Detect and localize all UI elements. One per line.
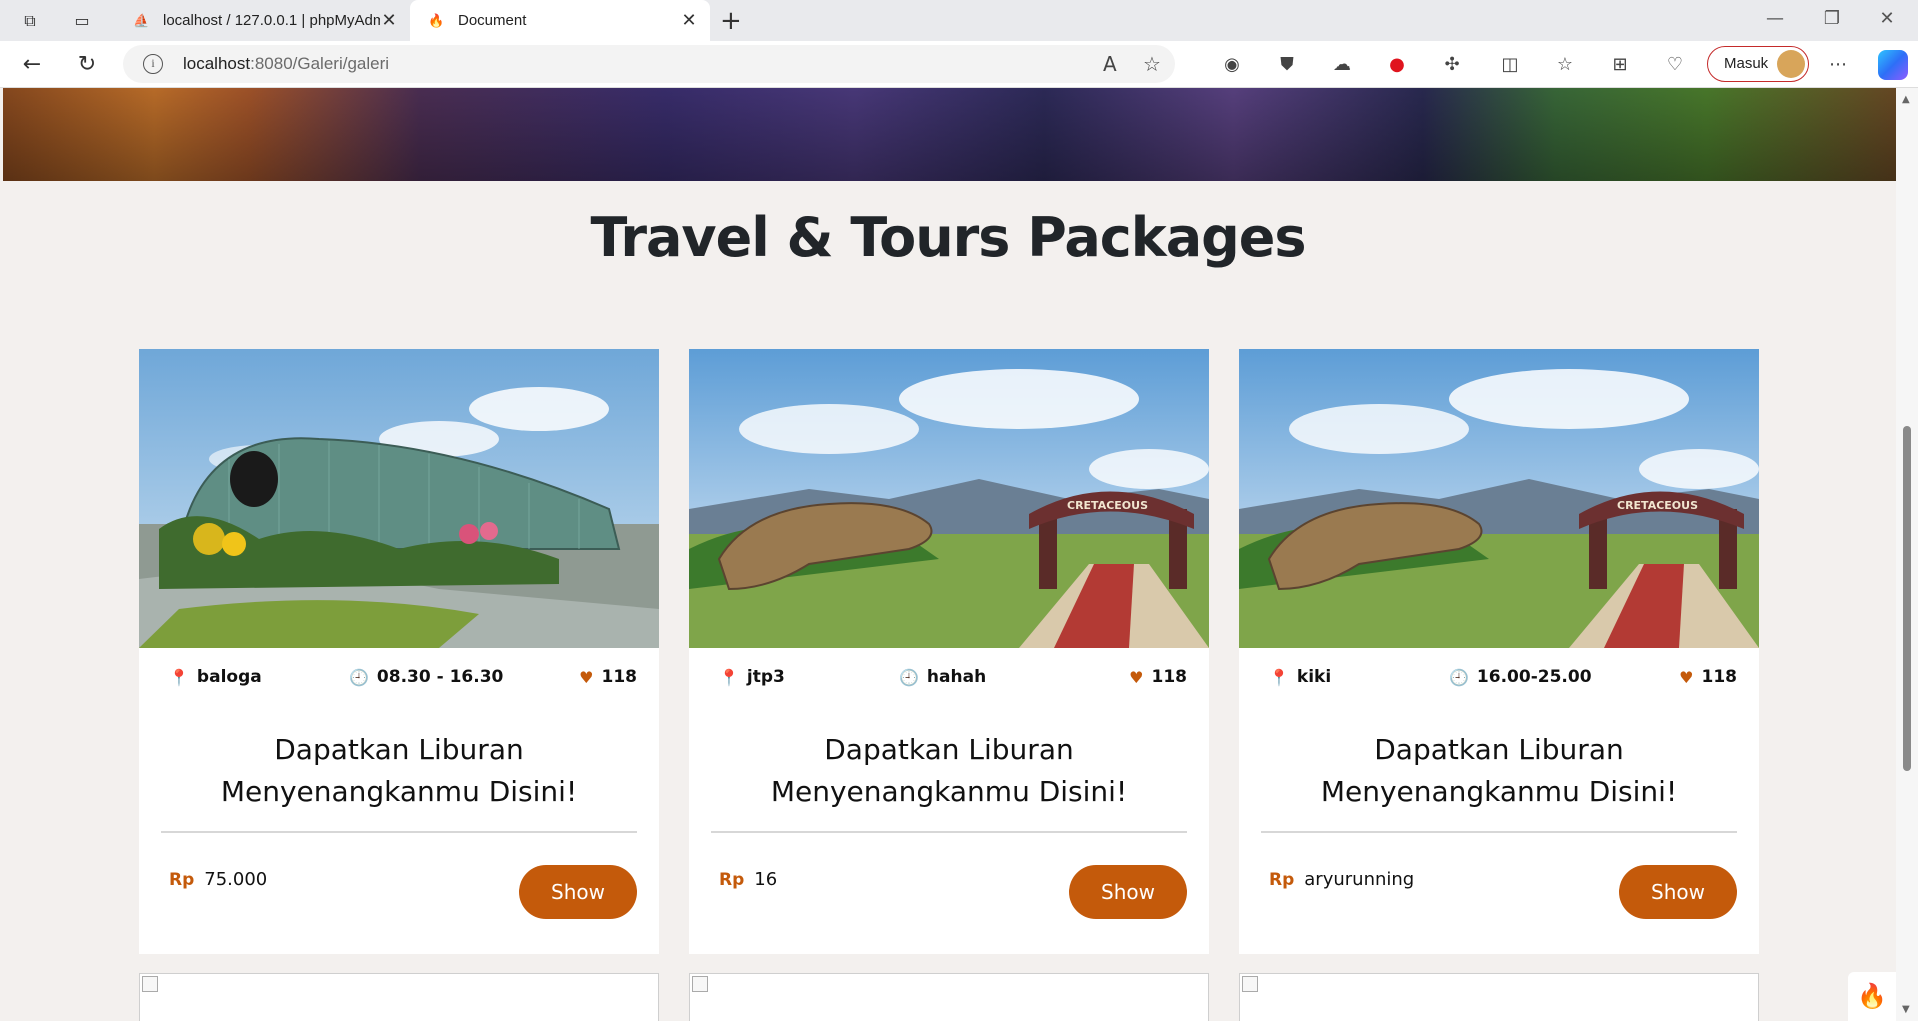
- location: 📍 baloga: [169, 667, 262, 687]
- package-photo: CRETACEOUS: [1239, 349, 1759, 648]
- package-meta: 📍 kiki 🕘 16.00-25.00 ♥ 118: [1239, 667, 1759, 691]
- address-bar[interactable]: i localhost:8080/Galeri/galeri A ☆: [123, 45, 1175, 83]
- browser-essentials-icon[interactable]: ♡: [1663, 53, 1687, 77]
- broken-image: [1239, 973, 1759, 1021]
- clock-icon: 🕘: [899, 667, 919, 687]
- heart-icon: ♥: [1129, 667, 1144, 687]
- broken-image-icon: [1242, 976, 1258, 992]
- price: Rp 75.000: [169, 869, 268, 890]
- extension-shield-icon[interactable]: ⛊: [1275, 53, 1299, 77]
- avatar: [1777, 50, 1805, 78]
- scroll-down-icon[interactable]: ▼: [1902, 1004, 1910, 1015]
- tab-phpmyadmin[interactable]: ⛵ localhost / 127.0.0.1 | phpMyAdmin ✕: [115, 0, 410, 41]
- show-button[interactable]: Show: [519, 865, 637, 919]
- package-title: Dapatkan Liburan Menyenangkanmu Disini!: [1320, 733, 1678, 808]
- scroll-up-icon[interactable]: ▲: [1902, 94, 1910, 105]
- show-button[interactable]: Show: [1619, 865, 1737, 919]
- opening-hours: 🕘 08.30 - 16.30: [349, 667, 504, 687]
- flame-icon[interactable]: 🔥: [1848, 972, 1896, 1021]
- package-title: Dapatkan Liburan Menyenangkanmu Disini!: [770, 733, 1128, 808]
- divider: [711, 831, 1187, 833]
- broken-image-icon: [692, 976, 708, 992]
- opening-hours: 🕘 16.00-25.00: [1449, 667, 1592, 687]
- close-tab-icon[interactable]: ✕: [380, 10, 398, 31]
- url-text[interactable]: localhost:8080/Galeri/galeri: [183, 54, 389, 74]
- profile-button[interactable]: Masuk: [1707, 46, 1809, 82]
- heart-icon: ♥: [1679, 667, 1694, 687]
- package-card: CRETACEOUS 📍 jtp3 🕘 hahah ♥ 118 Dapatkan Li…: [689, 349, 1209, 954]
- clock-icon: 🕘: [349, 667, 369, 687]
- price: Rp aryurunning: [1269, 869, 1415, 890]
- tab-document[interactable]: 🔥 Document ✕: [410, 0, 710, 41]
- package-card: CRETACEOUS 📍 kiki 🕘 16.00-25.00 ♥ 118 Dapat…: [1239, 349, 1759, 954]
- likes: ♥ 118: [1679, 667, 1737, 687]
- price: Rp 16: [719, 869, 778, 890]
- likes: ♥ 118: [579, 667, 637, 687]
- workspaces-icon[interactable]: ⧉: [18, 9, 42, 33]
- scrollbar-thumb[interactable]: [1903, 426, 1911, 771]
- clock-icon: 🕘: [1449, 667, 1469, 687]
- tab-title: localhost / 127.0.0.1 | phpMyAdmin: [163, 12, 380, 29]
- location: 📍 jtp3: [719, 667, 785, 687]
- refresh-icon[interactable]: ↻: [73, 51, 101, 79]
- map-pin-icon: 📍: [169, 667, 189, 687]
- currency-icon: Rp: [719, 869, 745, 890]
- package-photo: [139, 349, 659, 648]
- currency-icon: Rp: [1269, 869, 1295, 890]
- package-meta: 📍 jtp3 🕘 hahah ♥ 118: [689, 667, 1209, 691]
- broken-image: [139, 973, 659, 1021]
- broken-image-icon: [142, 976, 158, 992]
- extension-globe-icon[interactable]: ◉: [1220, 53, 1244, 77]
- flame-icon: 🔥: [428, 12, 445, 28]
- close-tab-icon[interactable]: ✕: [680, 10, 698, 31]
- map-pin-icon: 📍: [719, 667, 739, 687]
- phpmyadmin-icon: ⛵: [133, 12, 150, 28]
- close-window-icon[interactable]: ✕: [1872, 8, 1902, 29]
- broken-image: [689, 973, 1209, 1021]
- more-menu-icon[interactable]: ⋯: [1826, 53, 1850, 77]
- page-viewport: Travel & Tours Packages 📍 baloga 🕘 08.30…: [0, 88, 1896, 1021]
- svg-text:CRETACEOUS: CRETACEOUS: [1617, 499, 1698, 512]
- package-meta: 📍 baloga 🕘 08.30 - 16.30 ♥ 118: [139, 667, 659, 691]
- extension-cloud-icon[interactable]: ☁: [1330, 53, 1354, 77]
- vertical-tabs-icon[interactable]: ▭: [70, 9, 94, 33]
- tab-title: Document: [458, 12, 527, 29]
- extensions-puzzle-icon[interactable]: ✣: [1440, 53, 1464, 77]
- tab-bar: ⧉ ▭ ⛵ localhost / 127.0.0.1 | phpMyAdmin…: [0, 0, 1918, 41]
- restore-icon[interactable]: ❐: [1817, 8, 1847, 29]
- show-button[interactable]: Show: [1069, 865, 1187, 919]
- location: 📍 kiki: [1269, 667, 1332, 687]
- favorites-icon[interactable]: ☆: [1553, 53, 1577, 77]
- minimize-icon[interactable]: —: [1760, 8, 1790, 29]
- package-card: 📍 baloga 🕘 08.30 - 16.30 ♥ 118 Dapatkan Lib…: [139, 349, 659, 954]
- heart-icon: ♥: [579, 667, 594, 687]
- svg-text:CRETACEOUS: CRETACEOUS: [1067, 499, 1148, 512]
- currency-icon: Rp: [169, 869, 195, 890]
- copilot-icon[interactable]: [1878, 50, 1908, 80]
- extension-opera-icon[interactable]: ●: [1385, 53, 1409, 77]
- favorite-star-icon[interactable]: ☆: [1143, 52, 1161, 76]
- new-tab-icon[interactable]: +: [720, 6, 742, 36]
- divider: [161, 831, 637, 833]
- browser-toolbar: ← ↻ i localhost:8080/Galeri/galeri A ☆ ◉…: [0, 41, 1918, 88]
- opening-hours: 🕘 hahah: [899, 667, 987, 687]
- package-title: Dapatkan Liburan Menyenangkanmu Disini!: [220, 733, 578, 808]
- split-screen-icon[interactable]: ◫: [1498, 53, 1522, 77]
- site-info-icon[interactable]: i: [143, 54, 163, 74]
- map-pin-icon: 📍: [1269, 667, 1289, 687]
- likes: ♥ 118: [1129, 667, 1187, 687]
- collections-icon[interactable]: ⊞: [1608, 53, 1632, 77]
- package-photo: CRETACEOUS: [689, 349, 1209, 648]
- read-aloud-icon[interactable]: A: [1103, 52, 1117, 76]
- section-title: Travel & Tours Packages: [590, 206, 1306, 269]
- back-icon[interactable]: ←: [18, 51, 46, 79]
- hero-banner-image: [3, 88, 1896, 181]
- divider: [1261, 831, 1737, 833]
- scrollbar[interactable]: ▲ ▼: [1896, 88, 1918, 1021]
